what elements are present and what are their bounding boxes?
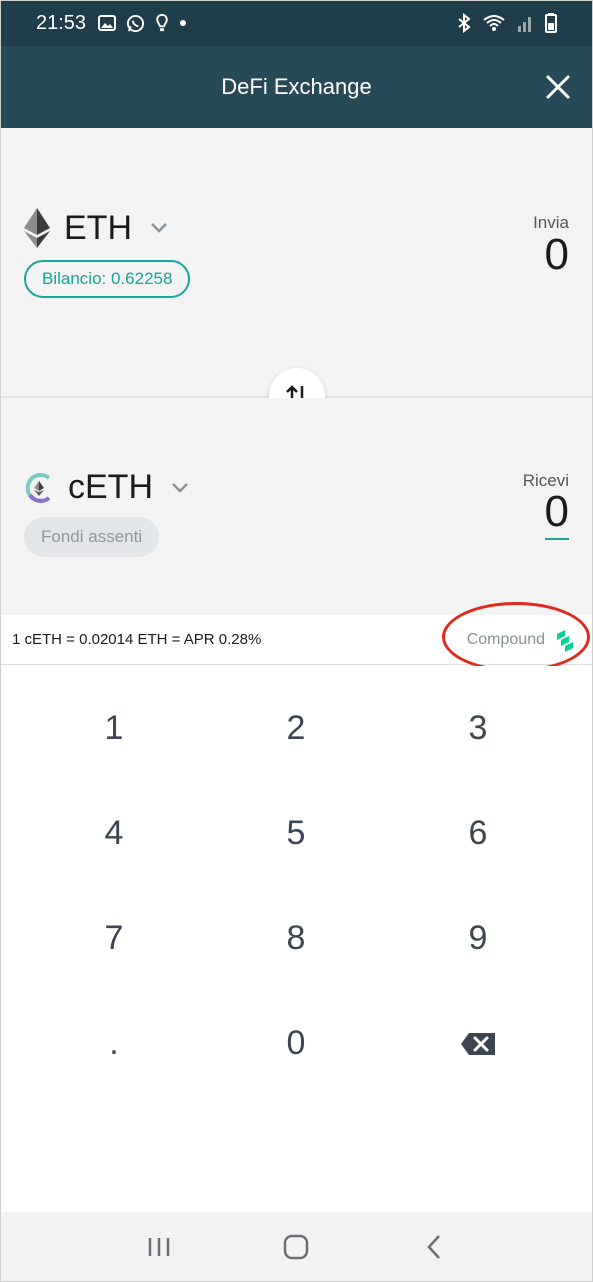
receive-token-selector[interactable]: cETH [24, 468, 189, 507]
key-9[interactable]: 9 [387, 886, 569, 991]
tip-icon [156, 13, 168, 31]
ethereum-icon [24, 208, 50, 248]
send-token-selector[interactable]: ETH [24, 208, 168, 248]
numeric-keypad: 1 2 3 4 5 6 7 8 9 . 0 [0, 666, 593, 1212]
key-5[interactable]: 5 [205, 781, 387, 886]
app-bar: DeFi Exchange [0, 46, 593, 128]
provider-selector[interactable]: Compound [467, 628, 575, 652]
receive-token-name: cETH [68, 468, 153, 506]
receive-amount[interactable]: 0 [544, 490, 569, 540]
ceth-icon [25, 472, 51, 503]
signal-icon [518, 17, 531, 32]
close-icon[interactable] [545, 74, 571, 100]
bluetooth-icon [458, 13, 471, 33]
whatsapp-icon [127, 14, 145, 32]
home-button[interactable] [266, 1222, 326, 1272]
rate-bar: 1 cETH = 0.02014 ETH = APR 0.28% Compoun… [0, 615, 593, 665]
back-icon [427, 1235, 441, 1259]
status-time: 21:53 [36, 11, 87, 34]
send-token-name: ETH [64, 208, 132, 247]
key-4[interactable]: 4 [23, 781, 205, 886]
image-icon [98, 15, 117, 31]
home-icon [284, 1234, 309, 1260]
dot-icon [180, 20, 187, 26]
recent-apps-icon [148, 1238, 170, 1256]
battery-icon [545, 13, 557, 33]
status-icons-left [98, 13, 187, 33]
recent-apps-button[interactable] [129, 1222, 189, 1272]
system-nav-bar [0, 1212, 593, 1282]
key-8[interactable]: 8 [205, 886, 387, 991]
page-title: DeFi Exchange [221, 74, 372, 99]
key-1[interactable]: 1 [23, 676, 205, 781]
key-decimal[interactable]: . [23, 991, 205, 1096]
send-amount[interactable]: 0 [545, 230, 569, 280]
chevron-down-icon [151, 223, 167, 233]
key-7[interactable]: 7 [23, 886, 205, 991]
back-button[interactable] [404, 1222, 464, 1272]
compound-icon [557, 629, 573, 652]
backspace-icon [461, 1032, 495, 1055]
exchange-rate: 1 cETH = 0.02014 ETH = APR 0.28% [12, 631, 262, 648]
provider-label: Compound [466, 630, 545, 648]
key-backspace[interactable] [387, 991, 569, 1096]
status-bar: 21:53 [0, 0, 593, 46]
key-2[interactable]: 2 [205, 676, 387, 781]
wifi-icon [483, 15, 505, 31]
key-0[interactable]: 0 [205, 991, 387, 1096]
key-3[interactable]: 3 [387, 676, 569, 781]
funds-status-badge: Fondi assenti [24, 517, 160, 557]
chevron-down-icon [172, 482, 188, 493]
balance-badge: Bilancio: 0.62258 [24, 260, 191, 298]
key-6[interactable]: 6 [387, 781, 569, 886]
status-icons-right [457, 13, 557, 33]
